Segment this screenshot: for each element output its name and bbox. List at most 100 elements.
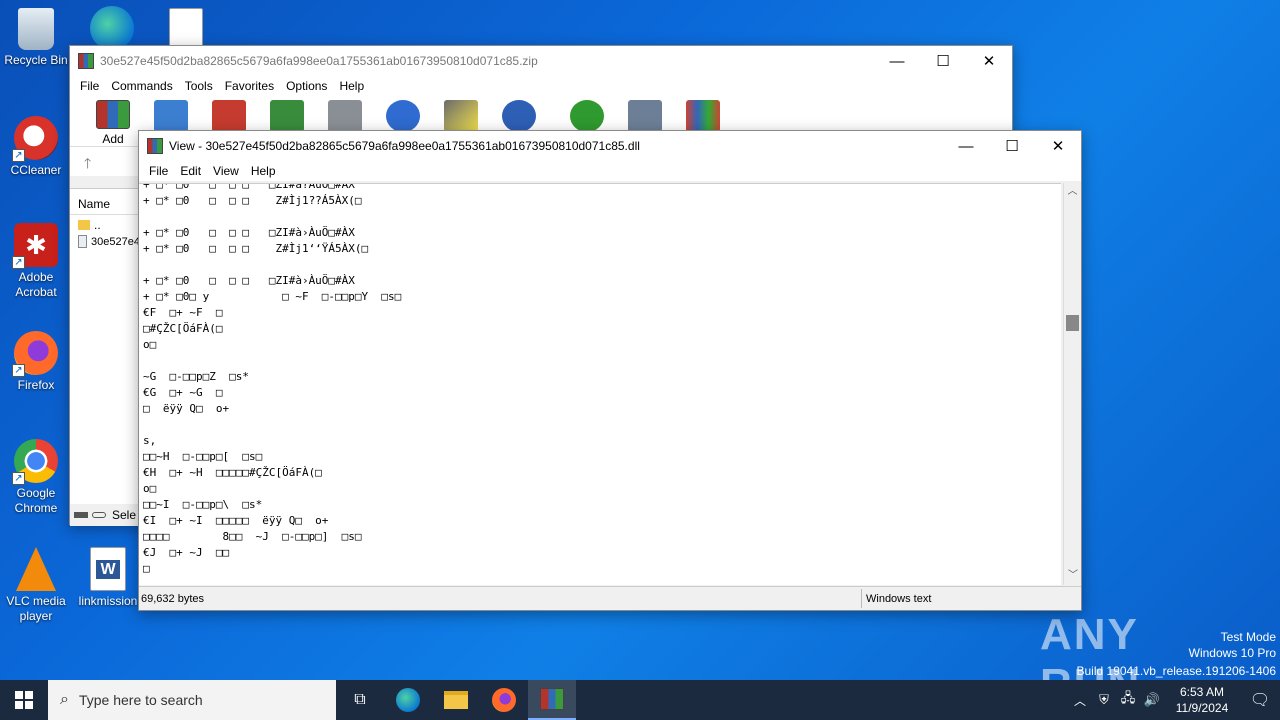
viewer-window: View - 30e527e45f50d2ba82865c5679a6fa998… (138, 130, 1082, 611)
text-line: s, (143, 434, 157, 447)
text-line: €F □+ ~F □ (143, 306, 223, 319)
desktop-icon-ccleaner[interactable]: ↗ CCleaner (0, 116, 72, 178)
drive-icon (74, 512, 88, 518)
desktop-icon-label: Adobe Acrobat (15, 270, 57, 299)
menu-view[interactable]: View (207, 164, 245, 178)
chrome-icon: ↗ (12, 439, 58, 485)
task-view-button[interactable]: ⧉ (336, 680, 384, 720)
folder-icon (78, 220, 90, 230)
text-line: €J □+ ~J □□ (143, 546, 230, 559)
books-box-icon (686, 100, 720, 132)
desktop-icon-label: Google Chrome (14, 486, 58, 515)
text-line: + □* □0 □ □ □ □ZI#à?ÀuÖ□#ÀX (143, 183, 355, 191)
winrar-menubar: File Commands Tools Favorites Options He… (70, 76, 1012, 96)
text-line: o□ (143, 338, 157, 351)
file-size-text: 69,632 bytes (141, 593, 204, 605)
menu-options[interactable]: Options (280, 79, 333, 93)
start-button[interactable] (0, 680, 48, 720)
show-hidden-icons-icon[interactable]: ︿ (1068, 692, 1092, 709)
security-icon[interactable]: ⛨ (1092, 692, 1116, 708)
encoding-text: Windows text (866, 593, 932, 605)
minimize-button[interactable]: — (943, 131, 989, 161)
scroll-down-arrow-icon[interactable]: ﹀ (1064, 567, 1082, 585)
system-tray: ︿ ⛨ 🖧 🔊 6:53 AM 11/9/2024 🗨 (1068, 680, 1280, 720)
menu-help[interactable]: Help (333, 79, 370, 93)
text-line: + □* □0 □ □ □ □ZI#à›ÀuÖ□#ÀX (143, 274, 355, 287)
viewer-window-title: View - 30e527e45f50d2ba82865c5679a6fa998… (169, 139, 640, 153)
notifications-icon[interactable]: 🗨 (1240, 690, 1280, 710)
text-line: €G □+ ~G □ (143, 386, 223, 399)
viewer-statusbar: 69,632 bytes Windows text (139, 586, 1081, 610)
file-row-label: 30e527e4 (91, 235, 140, 248)
bug-icon (570, 100, 604, 132)
scroll-thumb[interactable] (1066, 315, 1079, 331)
desktop-icon-firefox[interactable]: ↗ Firefox (0, 331, 72, 393)
vertical-scrollbar[interactable]: ︿ ﹀ (1063, 183, 1081, 585)
desktop-icon-adobe-acrobat[interactable]: ✱ ↗ Adobe Acrobat (0, 223, 72, 300)
image-file-icon (169, 8, 203, 48)
menu-tools[interactable]: Tools (179, 79, 219, 93)
text-line: □□~I □-□□p□\ □s* (143, 498, 263, 511)
desktop-icon-vlc[interactable]: VLC media player (0, 547, 72, 624)
menu-file[interactable]: File (74, 79, 105, 93)
file-row-dll[interactable]: 30e527e4 (70, 232, 140, 248)
clock[interactable]: 6:53 AM 11/9/2024 (1164, 684, 1240, 716)
add-button[interactable]: Add (84, 96, 142, 146)
taskbar-file-explorer[interactable] (432, 680, 480, 720)
close-button[interactable]: ✕ (966, 46, 1012, 76)
magnifier-icon (386, 100, 420, 132)
desktop-icon-linkmission[interactable]: W linkmission (72, 547, 144, 609)
maximize-button[interactable]: ☐ (989, 131, 1035, 161)
status-divider (861, 589, 862, 608)
task-view-icon: ⧉ (354, 691, 366, 708)
taskbar: ⌕ Type here to search ⧉ ︿ ⛨ 🖧 🔊 6:53 AM … (0, 680, 1280, 720)
winrar-titlebar: 30e527e45f50d2ba82865c5679a6fa998ee0a175… (70, 46, 1012, 76)
build-text: Build 19041.vb_release.191206-1406 (1076, 664, 1277, 678)
clock-date: 11/9/2024 (1175, 701, 1229, 715)
book-icon (270, 100, 304, 132)
desktop-icon-recycle-bin[interactable]: Recycle Bin (0, 8, 72, 68)
magic-wand-icon (444, 100, 478, 132)
menu-commands[interactable]: Commands (105, 79, 178, 93)
text-line: €H □+ ~H □□□□□#ÇŽC[ÖáFÀ(□ (143, 466, 322, 479)
close-button[interactable]: ✕ (1035, 131, 1081, 161)
winrar-icon (540, 688, 564, 710)
desktop-icon-google-chrome[interactable]: ↗ Google Chrome (0, 439, 72, 516)
text-line: + □* □0 □ □ □ Z#Ìj1??Á5ÀX(□ (143, 194, 362, 207)
text-line: €I □+ ~I □□□□□ ëÿÿ Q□ o+ (143, 514, 329, 527)
recycle-bin-icon (18, 8, 54, 50)
text-line: o□ (143, 482, 157, 495)
desktop-icon-label: VLC media player (6, 594, 66, 623)
acrobat-icon: ✱ ↗ (12, 223, 58, 269)
winrar-statusbar: Sele (70, 504, 140, 526)
network-icon[interactable]: 🖧 (1116, 689, 1140, 711)
menu-help[interactable]: Help (245, 164, 282, 178)
menu-favorites[interactable]: Favorites (219, 79, 280, 93)
checklist-icon (212, 100, 246, 132)
taskbar-firefox[interactable] (480, 680, 528, 720)
taskbar-winrar[interactable] (528, 680, 576, 720)
shortcut-arrow-icon: ↗ (12, 256, 25, 269)
winrar-app-icon (147, 138, 163, 154)
desktop-icon-label: Firefox (17, 378, 55, 392)
scroll-up-arrow-icon[interactable]: ︿ (1064, 183, 1081, 201)
info-icon (502, 100, 536, 132)
taskbar-edge[interactable] (384, 680, 432, 720)
firefox-icon (492, 688, 516, 712)
file-row-parent[interactable]: .. (70, 215, 140, 232)
text-line: + □* □0 □ □ □ □ZI#à›ÀuÖ□#ÀX (143, 226, 355, 239)
viewer-text-area[interactable]: + □* □0 □ □ □ □ZI#à?ÀuÖ□#ÀX + □* □0 □ □ □… (139, 183, 1061, 585)
clock-time: 6:53 AM (1179, 685, 1225, 699)
up-arrow-icon[interactable]: 🡑 (84, 153, 91, 177)
desktop-icon-label: CCleaner (10, 163, 62, 177)
word-document-icon: W (90, 547, 126, 591)
menu-edit[interactable]: Edit (174, 164, 207, 178)
comment-icon (628, 100, 662, 132)
menu-file[interactable]: File (143, 164, 174, 178)
taskbar-search-box[interactable]: ⌕ Type here to search (48, 680, 336, 720)
volume-icon[interactable]: 🔊 (1140, 692, 1164, 708)
maximize-button[interactable]: ☐ (920, 46, 966, 76)
column-header-name[interactable]: Name (70, 189, 140, 215)
minimize-button[interactable]: — (874, 46, 920, 76)
search-icon: ⌕ (60, 691, 69, 708)
